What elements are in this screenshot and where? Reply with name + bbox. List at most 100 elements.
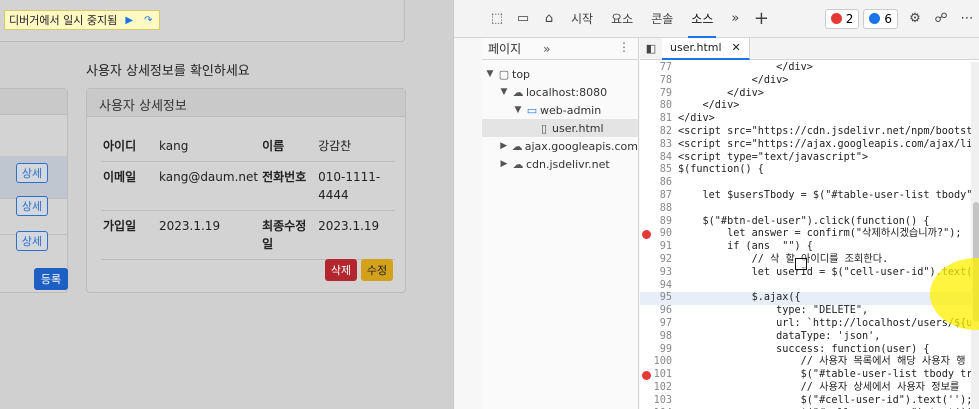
- code-line[interactable]: 79 </div>: [640, 88, 979, 101]
- close-icon[interactable]: ✕: [732, 41, 741, 54]
- code-line[interactable]: 103 $("#cell-user-id").text('');: [640, 395, 979, 408]
- code-line[interactable]: 77 </div>: [640, 62, 979, 75]
- register-button[interactable]: 등록: [34, 268, 68, 290]
- code-line[interactable]: 85 $(function() {: [640, 164, 979, 177]
- line-number[interactable]: 86: [640, 177, 672, 190]
- gear-icon[interactable]: ⚙: [902, 6, 928, 32]
- line-number[interactable]: 100: [640, 356, 672, 369]
- line-number[interactable]: 98: [640, 331, 672, 344]
- tab-elements[interactable]: 요소: [602, 0, 642, 38]
- code-line[interactable]: 90 let answer = confirm("삭제하시겠습니까?");: [640, 228, 979, 241]
- code-line[interactable]: 98 dataType: 'json',: [640, 331, 979, 344]
- line-number[interactable]: 103: [640, 395, 672, 408]
- tab-welcome[interactable]: 시작: [562, 0, 602, 38]
- code-text: url: `http://localhost/users/${user: [678, 317, 979, 329]
- line-number[interactable]: 90: [640, 228, 672, 241]
- line-number[interactable]: 87: [640, 190, 672, 203]
- code-line[interactable]: 92 // 삭 할 아이디를 조회한다.: [640, 254, 979, 267]
- code-text: if (ans "") {: [678, 241, 813, 253]
- editor-tab-user-html[interactable]: user.html ✕: [662, 37, 750, 60]
- more-icon[interactable]: ⋯: [954, 6, 979, 32]
- edit-button[interactable]: 수정: [361, 259, 393, 281]
- detail-row: 가입일 2023.1.19 최종수정일 2023.1.19: [101, 210, 395, 260]
- user-detail-card: 사용자 상세정보 아이디 kang 이름 강감찬 이메일 kang@daum.n…: [86, 88, 406, 293]
- code-line[interactable]: 94: [640, 280, 979, 293]
- code-line[interactable]: 89 $("#btn-del-user").click(function() {: [640, 216, 979, 229]
- line-number[interactable]: 96: [640, 305, 672, 318]
- delete-button[interactable]: 삭제: [325, 259, 357, 281]
- nav-menu-icon[interactable]: ⋮: [618, 40, 630, 54]
- line-number[interactable]: 89: [640, 216, 672, 229]
- detail-button[interactable]: 상세: [16, 231, 48, 251]
- line-number[interactable]: 88: [640, 203, 672, 216]
- code-line[interactable]: 102 // 사용자 상세에서 사용자 정보를: [640, 382, 979, 395]
- errors-badge[interactable]: 2: [824, 8, 860, 29]
- code-line[interactable]: 99 success: function(user) {: [640, 344, 979, 357]
- code-text: let answer = confirm("삭제하시겠습니까?");: [678, 228, 962, 240]
- tree-item-ajax-googleapis[interactable]: ▶ ☁ ajax.googleapis.com: [482, 137, 638, 155]
- code-line[interactable]: 101 $("#table-user-list tbody tr.: [640, 369, 979, 382]
- tab-sources[interactable]: 소스: [682, 0, 722, 38]
- line-number[interactable]: 81: [640, 113, 672, 126]
- line-number[interactable]: 101: [640, 369, 672, 382]
- code-line[interactable]: 78 </div>: [640, 75, 979, 88]
- tab-console[interactable]: 콘솔: [642, 0, 682, 38]
- line-number[interactable]: 99: [640, 344, 672, 357]
- line-number[interactable]: 95: [640, 292, 672, 305]
- line-number[interactable]: 97: [640, 318, 672, 331]
- line-number[interactable]: 78: [640, 75, 672, 88]
- tree-item-web-admin[interactable]: ▼ ▭ web-admin: [482, 101, 638, 119]
- code-line[interactable]: 100 // 사용자 목록에서 해당 사용자 행: [640, 356, 979, 369]
- line-number[interactable]: 93: [640, 267, 672, 280]
- detail-button[interactable]: 상세: [16, 163, 48, 183]
- toggle-navigator-icon[interactable]: ◧: [640, 38, 662, 60]
- tree-item-cdn-jsdelivr[interactable]: ▶ ☁ cdn.jsdelivr.net: [482, 155, 638, 173]
- editor-scrollbar[interactable]: [971, 62, 979, 409]
- line-number[interactable]: 79: [640, 88, 672, 101]
- code-line[interactable]: 86: [640, 177, 979, 190]
- line-number[interactable]: 85: [640, 164, 672, 177]
- code-line[interactable]: 88: [640, 203, 979, 216]
- tree-item-user-html[interactable]: ▯ user.html: [482, 119, 638, 137]
- line-number[interactable]: 77: [640, 62, 672, 75]
- code-line[interactable]: 82 <script src="https://cdn.jsdelivr.net/…: [640, 126, 979, 139]
- people-icon[interactable]: ☍: [928, 6, 954, 32]
- tab-page[interactable]: 페이지: [488, 40, 521, 57]
- source-code[interactable]: 77 </div> 78 </div> 79 </div> 80 </div> 81 </…: [640, 62, 979, 409]
- line-number[interactable]: 91: [640, 241, 672, 254]
- line-number[interactable]: 84: [640, 152, 672, 165]
- line-number[interactable]: 92: [640, 254, 672, 267]
- more-tabs-icon[interactable]: »: [722, 6, 748, 32]
- line-number[interactable]: 83: [640, 139, 672, 152]
- code-line[interactable]: 97 url: `http://localhost/users/${user: [640, 318, 979, 331]
- more-nav-icon[interactable]: »: [543, 42, 550, 56]
- code-line[interactable]: 95 $.ajax({: [640, 292, 979, 306]
- resume-icon[interactable]: ▶: [122, 13, 136, 27]
- line-number[interactable]: 82: [640, 126, 672, 139]
- code-line[interactable]: 84 <script type="text/javascript">: [640, 152, 979, 165]
- code-text: let userId = $("cell-user-id").text();: [678, 266, 979, 278]
- code-line[interactable]: 81 </div>: [640, 113, 979, 126]
- line-number[interactable]: 94: [640, 280, 672, 293]
- step-over-icon[interactable]: ↷: [141, 13, 155, 27]
- code-line[interactable]: 80 </div>: [640, 100, 979, 113]
- code-line[interactable]: 93 let userId = $("cell-user-id").text()…: [640, 267, 979, 280]
- code-line[interactable]: 87 let $usersTbody = $("#table-user-list…: [640, 190, 979, 203]
- device-toggle-icon[interactable]: ▭: [510, 6, 536, 32]
- code-text: success: function(user) {: [678, 343, 930, 355]
- code-line[interactable]: 91 if (ans "") {: [640, 241, 979, 254]
- detail-row: 이메일 kang@daum.net 전화번호 010-1111-4444: [101, 161, 395, 211]
- tree-item-top[interactable]: ▼ ▢ top: [482, 65, 638, 83]
- tree-item-localhost[interactable]: ▼ ☁ localhost:8080: [482, 83, 638, 101]
- messages-badge[interactable]: 6: [863, 8, 898, 29]
- line-number[interactable]: 80: [640, 100, 672, 113]
- add-tab-icon[interactable]: +: [748, 6, 774, 32]
- line-number[interactable]: 102: [640, 382, 672, 395]
- scroll-thumb[interactable]: [973, 202, 979, 322]
- home-icon[interactable]: ⌂: [536, 6, 562, 32]
- detail-button[interactable]: 상세: [16, 196, 48, 216]
- debugger-paused-overlay: 디버거에서 일시 중지됨 ▶ ↷: [4, 10, 161, 30]
- inspect-icon[interactable]: ⬚: [484, 6, 510, 32]
- code-line[interactable]: 83 <script src="https://ajax.googleapis.c…: [640, 139, 979, 152]
- code-line[interactable]: 96 type: "DELETE",: [640, 305, 979, 318]
